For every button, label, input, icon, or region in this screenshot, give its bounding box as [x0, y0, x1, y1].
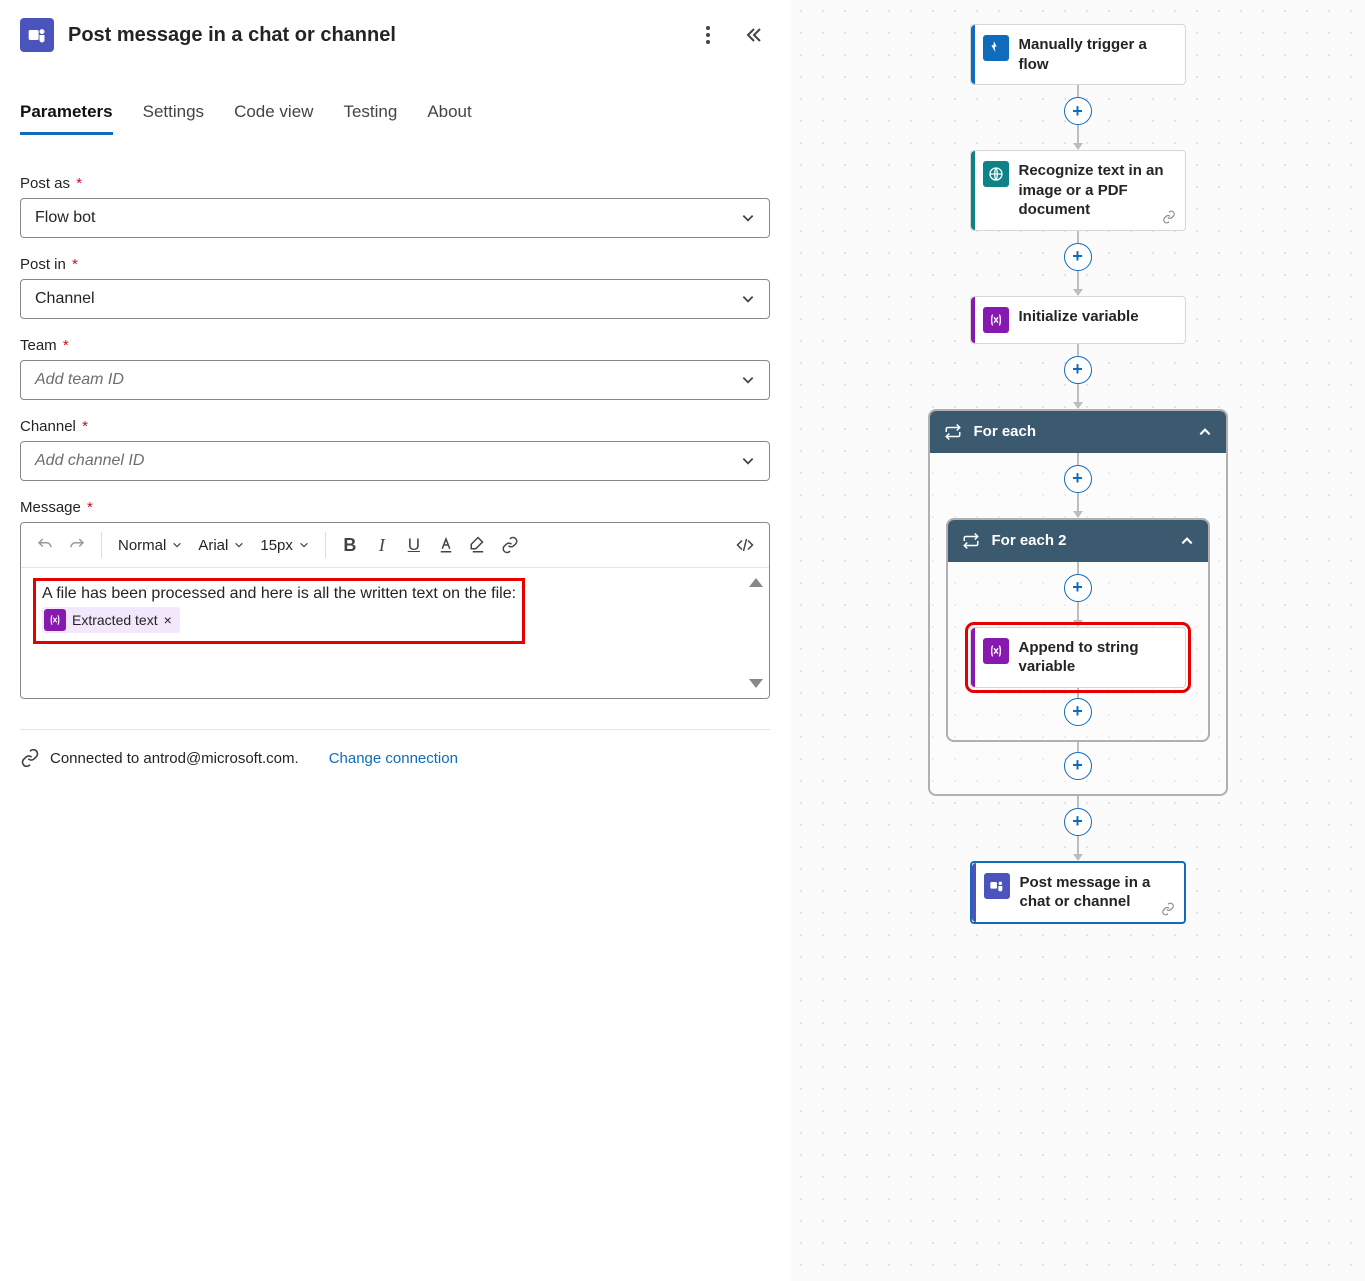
label-post-in: Post in *	[20, 256, 770, 273]
foreach-header[interactable]: For each	[930, 411, 1226, 453]
tab-bar: Parameters Settings Code view Testing Ab…	[20, 102, 770, 135]
highlight-button[interactable]	[464, 529, 492, 561]
foreach-title: For each	[974, 423, 1037, 440]
tab-parameters[interactable]: Parameters	[20, 102, 113, 135]
add-action-button[interactable]: +	[1064, 97, 1092, 125]
action-title: Post message in a chat or channel	[68, 24, 678, 47]
connection-text: Connected to antrod@microsoft.com.	[50, 750, 299, 767]
foreach-container: For each + For each 2 +	[928, 409, 1228, 796]
scroll-up-icon[interactable]	[749, 578, 763, 587]
font-size-select[interactable]: 15px	[254, 529, 315, 561]
select-team[interactable]: Add team ID	[20, 360, 770, 400]
editor-body[interactable]: A file has been processed and here is al…	[21, 568, 769, 698]
connection-badge-icon	[1161, 210, 1177, 224]
label-post-as: Post as *	[20, 175, 770, 192]
variable-icon	[983, 638, 1009, 664]
chevron-down-icon	[741, 292, 755, 306]
font-select[interactable]: Arial	[192, 529, 250, 561]
select-post-as[interactable]: Flow bot	[20, 198, 770, 238]
card-title: Append to string variable	[1019, 638, 1173, 677]
select-post-as-value: Flow bot	[35, 209, 95, 227]
foreach2-container: For each 2 + Append to string variable	[946, 518, 1210, 742]
tab-code-view[interactable]: Code view	[234, 102, 313, 135]
chevron-down-icon	[741, 373, 755, 387]
undo-button[interactable]	[31, 529, 59, 561]
select-channel[interactable]: Add channel ID	[20, 441, 770, 481]
flow-canvas[interactable]: Manually trigger a flow + Recognize text…	[790, 0, 1365, 1281]
card-manual-trigger[interactable]: Manually trigger a flow	[970, 24, 1186, 85]
tab-settings[interactable]: Settings	[143, 102, 204, 135]
connection-badge-icon	[1160, 902, 1176, 916]
divider	[20, 729, 770, 730]
link-icon	[20, 748, 40, 768]
scroll-down-icon[interactable]	[749, 679, 763, 688]
chevron-down-icon	[741, 454, 755, 468]
card-initialize-variable[interactable]: Initialize variable	[970, 296, 1186, 344]
select-post-in[interactable]: Channel	[20, 279, 770, 319]
teams-icon	[984, 873, 1010, 899]
label-channel: Channel *	[20, 418, 770, 435]
card-post-message[interactable]: Post message in a chat or channel	[970, 861, 1186, 924]
add-action-button[interactable]: +	[1064, 574, 1092, 602]
field-post-in: Post in * Channel	[20, 256, 770, 319]
loop-icon	[944, 423, 962, 441]
italic-button[interactable]: I	[368, 529, 396, 561]
foreach2-title: For each 2	[992, 532, 1067, 549]
rich-text-editor: Normal Arial 15px B I U A file has been …	[20, 522, 770, 699]
add-action-button[interactable]: +	[1064, 698, 1092, 726]
field-post-as: Post as * Flow bot	[20, 175, 770, 238]
chevron-down-icon	[741, 211, 755, 225]
variable-icon	[983, 307, 1009, 333]
card-title: Manually trigger a flow	[1019, 35, 1173, 74]
tab-about[interactable]: About	[427, 102, 471, 135]
card-title: Initialize variable	[1019, 307, 1139, 327]
card-title: Post message in a chat or channel	[1020, 873, 1172, 912]
field-message: Message * Normal Arial 15px B I U	[20, 499, 770, 699]
editor-toolbar: Normal Arial 15px B I U	[21, 523, 769, 568]
field-team: Team * Add team ID	[20, 337, 770, 400]
underline-button[interactable]: U	[400, 529, 428, 561]
add-action-button[interactable]: +	[1064, 243, 1092, 271]
collapse-panel-button[interactable]	[738, 19, 770, 51]
label-message: Message *	[20, 499, 770, 516]
action-header: Post message in a chat or channel	[20, 18, 770, 52]
link-button[interactable]	[496, 529, 524, 561]
token-label: Extracted text	[72, 612, 158, 628]
chevron-up-icon[interactable]	[1180, 534, 1194, 548]
change-connection-link[interactable]: Change connection	[329, 750, 458, 767]
variable-icon	[44, 609, 66, 631]
editor-text-line: A file has been processed and here is al…	[42, 585, 516, 603]
add-action-button[interactable]: +	[1064, 356, 1092, 384]
action-config-panel: Post message in a chat or channel Parame…	[0, 0, 790, 1281]
card-append-string[interactable]: Append to string variable	[970, 627, 1186, 688]
chevron-up-icon[interactable]	[1198, 425, 1212, 439]
label-team: Team *	[20, 337, 770, 354]
foreach2-header[interactable]: For each 2	[948, 520, 1208, 562]
more-menu-button[interactable]	[692, 19, 724, 51]
ai-builder-icon	[983, 161, 1009, 187]
add-action-button[interactable]: +	[1064, 752, 1092, 780]
token-remove-button[interactable]: ×	[164, 612, 172, 628]
select-team-placeholder: Add team ID	[35, 371, 124, 389]
tab-testing[interactable]: Testing	[343, 102, 397, 135]
dynamic-content-token[interactable]: Extracted text ×	[42, 607, 180, 633]
select-channel-placeholder: Add channel ID	[35, 452, 144, 470]
card-title: Recognize text in an image or a PDF docu…	[1019, 161, 1173, 220]
loop-icon	[962, 532, 980, 550]
redo-button[interactable]	[63, 529, 91, 561]
select-post-in-value: Channel	[35, 290, 95, 308]
card-recognize-text[interactable]: Recognize text in an image or a PDF docu…	[970, 150, 1186, 231]
trigger-icon	[983, 35, 1009, 61]
add-action-button[interactable]: +	[1064, 808, 1092, 836]
code-view-toggle[interactable]	[731, 529, 759, 561]
add-action-button[interactable]: +	[1064, 465, 1092, 493]
style-select[interactable]: Normal	[112, 529, 188, 561]
teams-icon	[20, 18, 54, 52]
font-color-button[interactable]	[432, 529, 460, 561]
connection-row: Connected to antrod@microsoft.com. Chang…	[20, 748, 770, 768]
bold-button[interactable]: B	[336, 529, 364, 561]
field-channel: Channel * Add channel ID	[20, 418, 770, 481]
editor-highlight-annotation: A file has been processed and here is al…	[33, 578, 525, 644]
